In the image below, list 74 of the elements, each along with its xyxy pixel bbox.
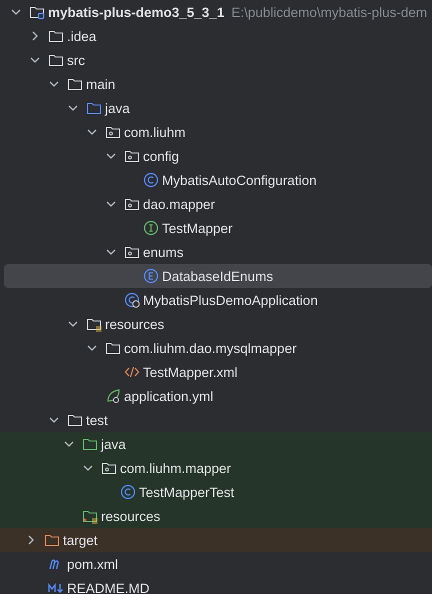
item-name: target (63, 532, 98, 548)
tree-row[interactable]: test (4, 408, 432, 432)
item-name: resources (101, 508, 160, 524)
tree-row[interactable]: config (4, 144, 432, 168)
tree-row[interactable]: DatabaseIdEnums (4, 264, 432, 288)
tree-row[interactable]: MybatisPlusDemoApplication (4, 288, 432, 312)
tree-row[interactable]: com.liuhm (4, 120, 432, 144)
tree-row[interactable]: target (0, 528, 432, 552)
enum-icon (143, 268, 159, 284)
tree-row[interactable]: TestMapper.xml (4, 360, 432, 384)
class-icon (124, 292, 140, 308)
tree-row[interactable]: enums (4, 240, 432, 264)
item-name: DatabaseIdEnums (162, 268, 274, 284)
package-icon (124, 244, 140, 260)
class-icon (143, 172, 159, 188)
module-folder-icon (29, 4, 45, 20)
tree-row[interactable]: dao.mapper (4, 192, 432, 216)
tree-row[interactable]: README.MD (4, 576, 432, 594)
tree-row[interactable]: com.liuhm.dao.mysqlmapper (4, 336, 432, 360)
item-name: resources (105, 316, 164, 332)
leaf-icon (105, 388, 121, 404)
tree-row[interactable]: com.liuhm.mapper (0, 456, 432, 480)
folder-icon (44, 532, 60, 548)
folder-icon (48, 52, 64, 68)
tree-row[interactable]: resources (0, 504, 432, 528)
item-name: application.yml (124, 388, 214, 404)
item-name: enums (143, 244, 184, 260)
package-icon (124, 196, 140, 212)
item-name: java (101, 436, 126, 452)
item-name: com.liuhm (124, 124, 186, 140)
tree-row[interactable]: resources (4, 312, 432, 336)
item-name: main (86, 76, 116, 92)
code-tag-icon (124, 364, 140, 380)
item-name: mybatis-plus-demo3_5_3_1 (48, 4, 224, 20)
tree-row[interactable]: java (4, 96, 432, 120)
tree-row[interactable]: mybatis-plus-demo3_5_3_1 E:\publicdemo\mybatis-plus-dem (4, 0, 432, 24)
item-name: TestMapper (162, 220, 233, 236)
tree-row[interactable]: main (4, 72, 432, 96)
tree-row[interactable]: src (4, 48, 432, 72)
resources-folder-icon (86, 316, 102, 332)
package-icon (105, 124, 121, 140)
package-icon (124, 148, 140, 164)
package-icon (101, 460, 117, 476)
item-name: java (105, 100, 130, 116)
tree-row[interactable]: TestMapperTest (0, 480, 432, 504)
item-name: TestMapper.xml (143, 364, 238, 380)
tree-row[interactable]: MybatisAutoConfiguration (4, 168, 432, 192)
tree-row[interactable]: pom.xml (4, 552, 432, 576)
item-name: config (143, 148, 180, 164)
item-name: src (67, 52, 85, 68)
item-name: MybatisAutoConfiguration (162, 172, 317, 188)
folder-icon (48, 28, 64, 44)
item-name: pom.xml (67, 556, 118, 572)
tree-row[interactable]: java (0, 432, 432, 456)
item-name: test (86, 412, 108, 428)
folder-icon (86, 100, 102, 116)
folder-icon (67, 412, 83, 428)
tree-row[interactable]: TestMapper (4, 216, 432, 240)
item-name: MybatisPlusDemoApplication (143, 292, 318, 308)
tree-row[interactable]: .idea (4, 24, 432, 48)
resources-folder-icon (82, 508, 98, 524)
item-name: dao.mapper (143, 196, 216, 212)
folder-icon (82, 436, 98, 452)
folder-icon (105, 340, 121, 356)
class-icon (120, 484, 136, 500)
interface-icon (143, 220, 159, 236)
item-name: com.liuhm.dao.mysqlmapper (124, 340, 297, 356)
tree-row[interactable]: application.yml (4, 384, 432, 408)
item-name: .idea (67, 28, 96, 44)
project-path: E:\publicdemo\mybatis-plus-dem (231, 4, 428, 20)
item-name: README.MD (67, 580, 150, 594)
folder-icon (67, 76, 83, 92)
item-name: TestMapperTest (139, 484, 234, 500)
item-name: com.liuhm.mapper (120, 460, 232, 476)
